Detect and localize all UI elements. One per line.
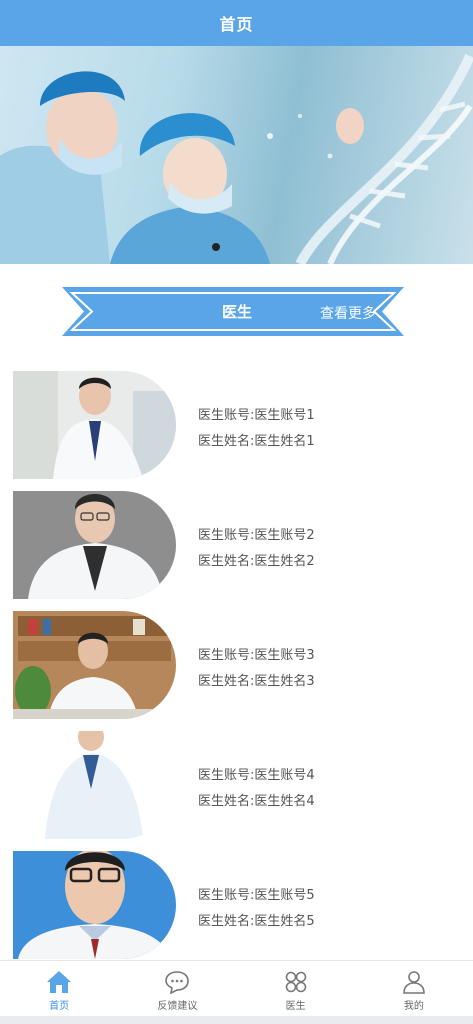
list-item[interactable]: 医生账号:医生账号2 医生姓名:医生姓名2 xyxy=(0,478,473,599)
doctor-account: 医生账号:医生账号5 xyxy=(198,888,315,903)
doctor-info: 医生账号:医生账号2 医生姓名:医生姓名2 xyxy=(198,523,315,575)
page-title: 首页 xyxy=(219,15,254,34)
doctor-avatar xyxy=(13,851,176,959)
doctor-account: 医生账号:医生账号3 xyxy=(198,648,315,663)
doctor-name: 医生姓名:医生姓名3 xyxy=(198,674,315,689)
doctor-avatar xyxy=(13,611,176,719)
list-item[interactable]: 医生账号:医生账号1 医生姓名:医生姓名1 xyxy=(0,358,473,479)
carousel-indicator[interactable] xyxy=(212,243,220,251)
top-header: 首页 xyxy=(0,0,473,46)
doctor-account: 医生账号:医生账号1 xyxy=(198,408,315,423)
doctor-list: 医生账号:医生账号1 医生姓名:医生姓名1 医生账号:医生账号2 医生姓名:医生… xyxy=(0,358,473,959)
section-title: 医生 xyxy=(221,303,252,321)
home-icon xyxy=(47,971,72,993)
doctor-name: 医生姓名:医生姓名5 xyxy=(198,914,315,929)
tab-home[interactable]: 首页 xyxy=(0,961,118,1016)
section-header-doctors: 医生 查看更多 xyxy=(62,284,404,339)
doctor-account: 医生账号:医生账号4 xyxy=(198,768,315,783)
banner-image xyxy=(0,53,473,264)
tab-label: 医生 xyxy=(285,1001,306,1012)
doctor-avatar xyxy=(13,731,176,839)
tab-label: 首页 xyxy=(49,1001,70,1012)
doctor-account: 医生账号:医生账号2 xyxy=(198,528,315,543)
doctor-info: 医生账号:医生账号1 医生姓名:医生姓名1 xyxy=(198,403,315,455)
tab-doctors[interactable]: 医生 xyxy=(237,961,355,1016)
chat-bubble-icon xyxy=(165,971,190,994)
banner-carousel[interactable] xyxy=(0,46,473,264)
tab-mine[interactable]: 我的 xyxy=(355,961,473,1016)
grid-icon xyxy=(285,971,306,993)
user-icon xyxy=(403,971,425,994)
bottom-tab-bar: 首页 反馈建议 医生 我的 xyxy=(0,960,473,1016)
doctor-name: 医生姓名:医生姓名4 xyxy=(198,794,315,809)
doctor-avatar xyxy=(13,491,176,599)
doctor-name: 医生姓名:医生姓名2 xyxy=(198,554,315,569)
list-item[interactable]: 医生账号:医生账号4 医生姓名:医生姓名4 xyxy=(0,718,473,839)
doctor-info: 医生账号:医生账号4 医生姓名:医生姓名4 xyxy=(198,763,315,815)
home-page: 首页 医生 查看更多 医生账号:医生账号1 医生姓名:医生姓名1 医生账号:医生… xyxy=(0,0,473,1024)
tab-label: 反馈建议 xyxy=(157,1001,198,1012)
doctor-info: 医生账号:医生账号3 医生姓名:医生姓名3 xyxy=(198,643,315,695)
doctor-avatar xyxy=(13,371,176,479)
bottom-safe-area xyxy=(0,1016,473,1024)
doctor-name: 医生姓名:医生姓名1 xyxy=(198,434,315,449)
list-item[interactable]: 医生账号:医生账号3 医生姓名:医生姓名3 xyxy=(0,598,473,719)
view-more-link[interactable]: 查看更多 xyxy=(320,303,382,323)
list-item[interactable]: 医生账号:医生账号5 医生姓名:医生姓名5 xyxy=(0,838,473,959)
doctor-info: 医生账号:医生账号5 医生姓名:医生姓名5 xyxy=(198,883,315,935)
tab-label: 我的 xyxy=(403,1001,424,1012)
tab-feedback[interactable]: 反馈建议 xyxy=(118,961,236,1016)
